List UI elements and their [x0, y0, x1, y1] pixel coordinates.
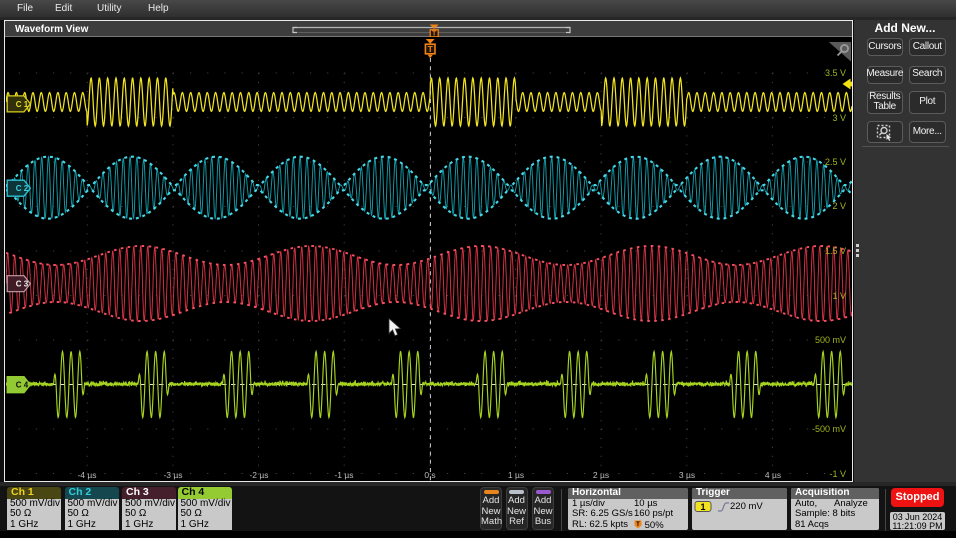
- svg-text:C 2: C 2: [16, 184, 29, 193]
- svg-text:C 4: C 4: [16, 381, 29, 390]
- svg-text:T: T: [428, 44, 434, 54]
- svg-text:T: T: [432, 31, 437, 37]
- svg-text:T: T: [636, 522, 640, 528]
- svg-text:C 3: C 3: [16, 280, 29, 289]
- svg-text:1: 1: [700, 502, 705, 512]
- svg-text:C 1: C 1: [16, 100, 29, 109]
